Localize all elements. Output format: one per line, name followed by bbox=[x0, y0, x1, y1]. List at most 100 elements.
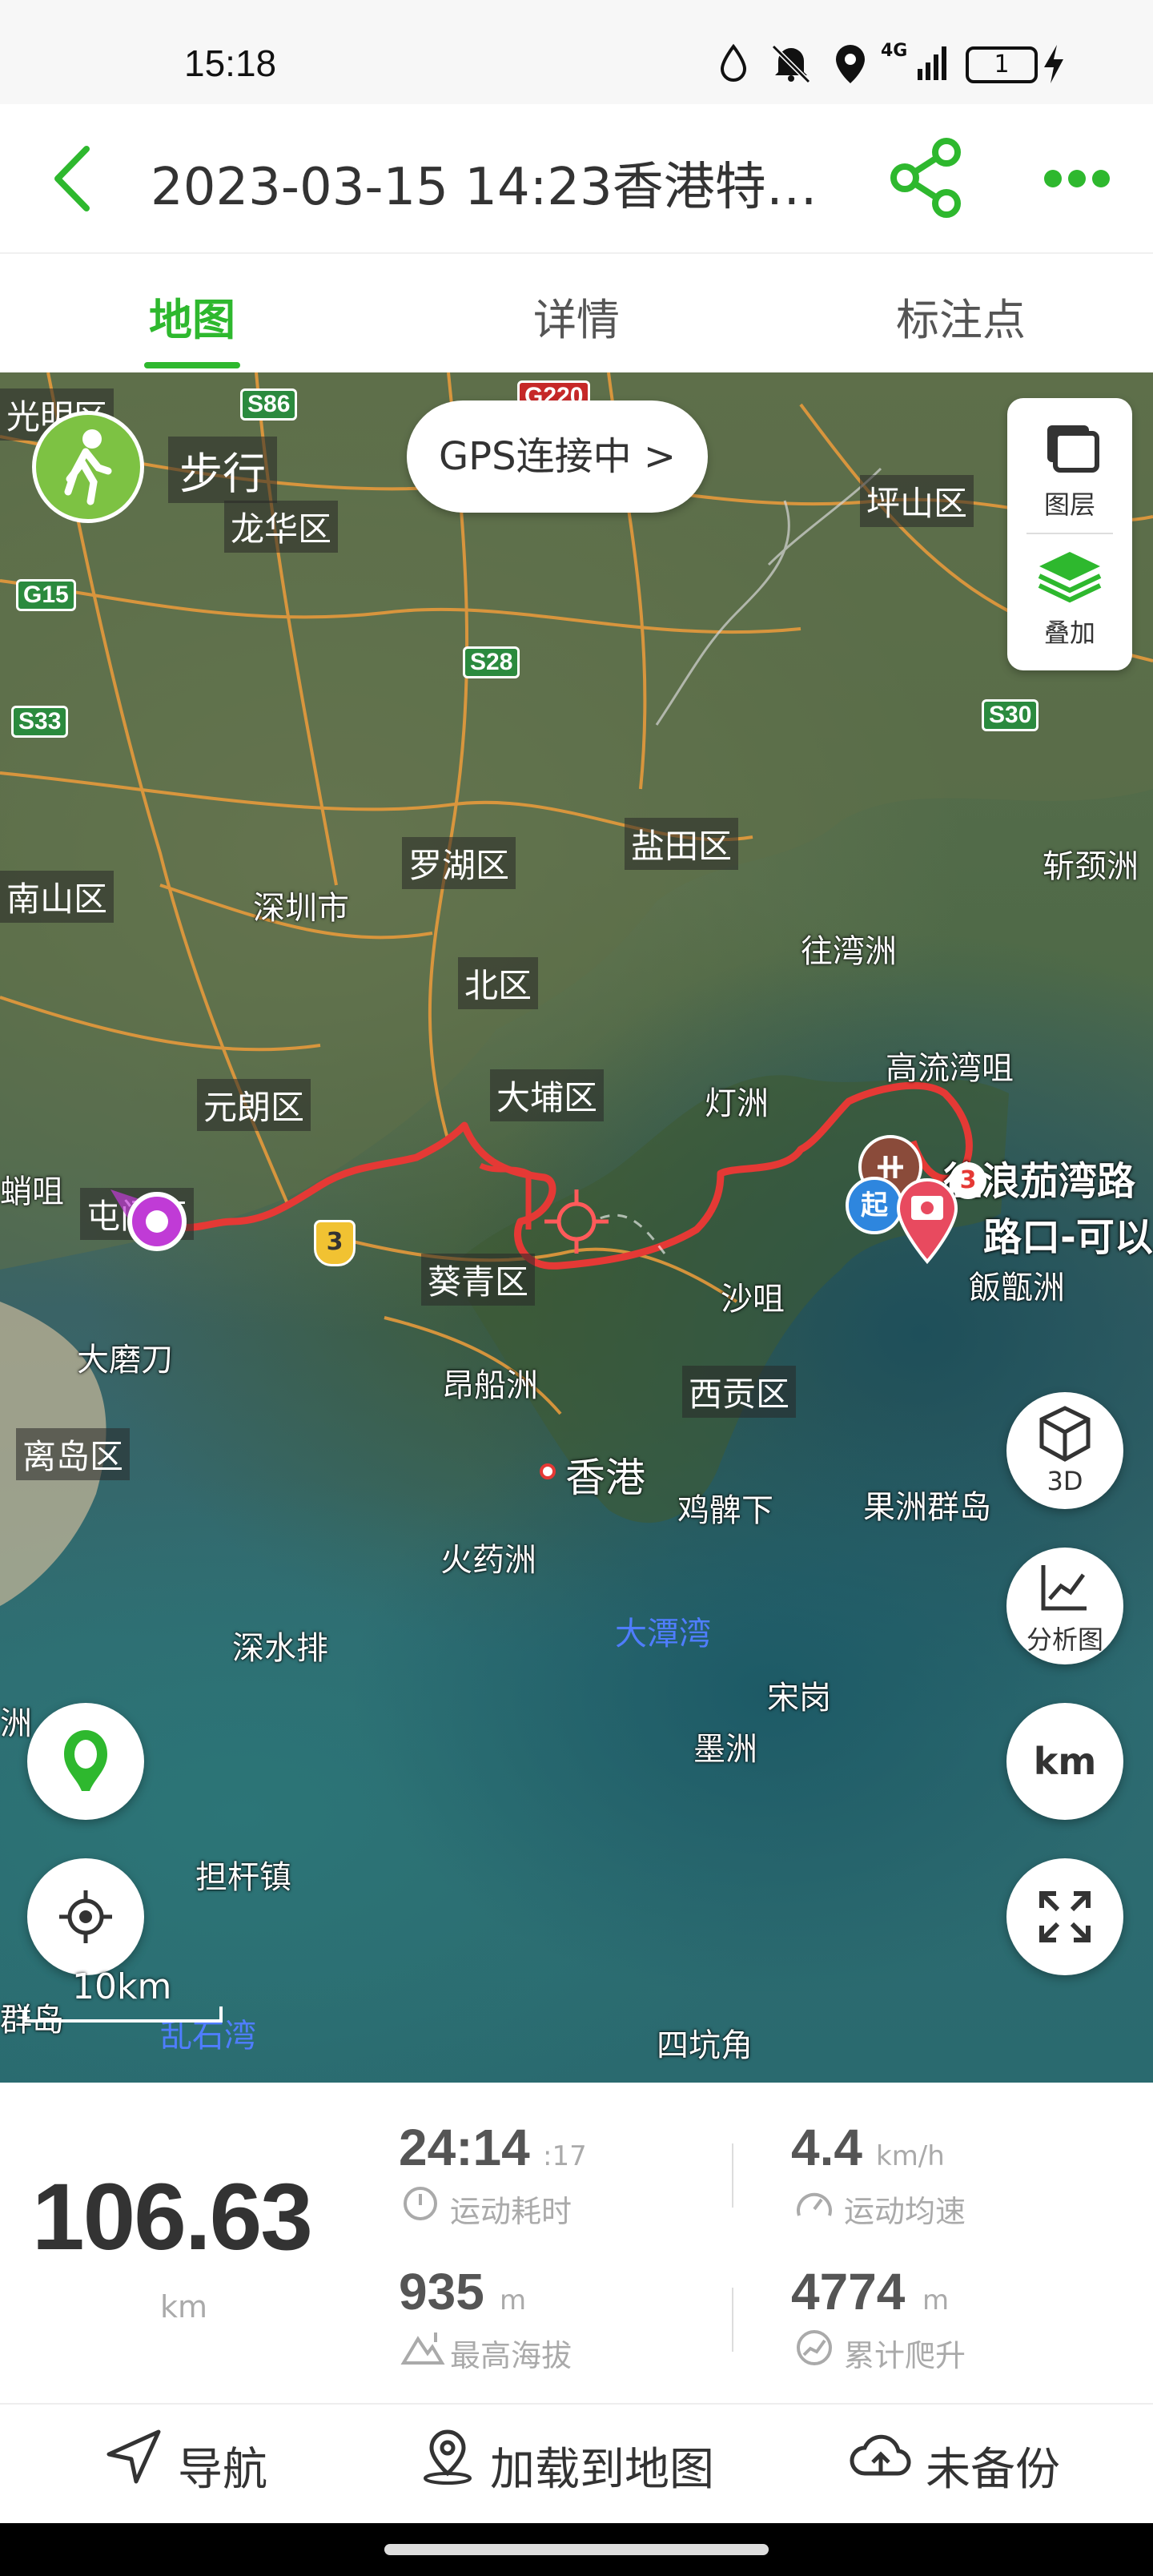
mountain-icon bbox=[400, 2329, 445, 2369]
map-place-label: 坪山区 bbox=[860, 475, 974, 527]
tab-map[interactable]: 地图 bbox=[72, 284, 312, 348]
map-place-label: 往湾洲 bbox=[801, 933, 897, 970]
footprint-button[interactable] bbox=[27, 1703, 144, 1820]
highway-shield: S28 bbox=[463, 646, 520, 678]
map-place-label: 担杆镇 bbox=[195, 1859, 291, 1896]
map-place-label: 斩颈洲 bbox=[1043, 848, 1139, 885]
distance-unit: km bbox=[160, 2289, 208, 2324]
water-drop-icon bbox=[719, 43, 748, 87]
fullscreen-icon bbox=[1039, 1891, 1091, 1942]
duration-value: 24:14 bbox=[399, 2119, 530, 2176]
charging-icon bbox=[1043, 45, 1065, 87]
status-time: 15:18 bbox=[184, 42, 277, 84]
gps-status-button[interactable]: GPS连接中 > bbox=[407, 400, 708, 513]
map-place-label: 深水排 bbox=[232, 1630, 328, 1667]
map-place-label: 深圳市 bbox=[253, 890, 349, 927]
photo-marker-icon[interactable] bbox=[895, 1177, 959, 1268]
unit-km-button[interactable]: km bbox=[1006, 1703, 1123, 1820]
home-indicator[interactable] bbox=[384, 2544, 769, 2555]
map-place-label: 飯甑洲 bbox=[969, 1270, 1065, 1306]
map-place-label: 四坑角 bbox=[657, 2027, 753, 2064]
climb-value: 4774 bbox=[791, 2263, 906, 2320]
fullscreen-button[interactable] bbox=[1006, 1858, 1123, 1975]
chart-icon bbox=[1041, 1565, 1087, 1611]
analysis-chart-button[interactable]: 分析图 bbox=[1006, 1548, 1123, 1664]
cube-icon bbox=[1039, 1406, 1091, 1462]
backup-button[interactable] bbox=[849, 2429, 913, 2488]
footprint-icon bbox=[64, 1730, 107, 1791]
layer-divider bbox=[1026, 533, 1113, 534]
climb-icon bbox=[794, 2329, 834, 2369]
map-place-label: 龙华区 bbox=[224, 501, 339, 553]
3d-label: 3D bbox=[1047, 1466, 1083, 1496]
overlay-icon[interactable] bbox=[1036, 549, 1103, 608]
overlay-label: 叠加 bbox=[1043, 618, 1095, 648]
map-place-label: 火药洲 bbox=[440, 1542, 536, 1579]
locate-me-button[interactable] bbox=[27, 1858, 144, 1975]
poi-label: 路口-可以 bbox=[983, 1215, 1153, 1260]
clock-icon bbox=[402, 2185, 439, 2225]
map-place-label: 香港 bbox=[565, 1455, 645, 1501]
locate-icon bbox=[59, 1890, 112, 1943]
mode-label: 步行 bbox=[168, 437, 277, 503]
avg-speed-value: 4.4 bbox=[791, 2119, 862, 2176]
navigation-arrow-icon bbox=[106, 2429, 161, 2484]
map-place-label: 元朗区 bbox=[197, 1079, 311, 1131]
avg-speed-unit: km/h bbox=[876, 2140, 945, 2172]
map-place-label: 葵青区 bbox=[421, 1254, 536, 1306]
cloud-upload-icon bbox=[850, 2434, 911, 2476]
climb-label: 累计爬升 bbox=[844, 2338, 966, 2373]
duration-label: 运动耗时 bbox=[450, 2194, 572, 2229]
scale-label: 10km bbox=[72, 1966, 172, 2007]
speedometer-icon bbox=[794, 2185, 834, 2225]
map-place-label: 墨洲 bbox=[693, 1731, 757, 1768]
navigate-button[interactable] bbox=[104, 2427, 163, 2489]
climb-unit: m bbox=[922, 2284, 950, 2316]
map-place-label: 昂船洲 bbox=[442, 1367, 538, 1404]
map-place-label: 洲 bbox=[0, 1705, 32, 1742]
city-dot bbox=[540, 1463, 556, 1479]
map-place-label: 鸡髀下 bbox=[677, 1492, 773, 1529]
more-dots-icon[interactable] bbox=[1043, 167, 1111, 194]
load-to-map-button[interactable] bbox=[418, 2427, 477, 2489]
map-place-label: 北区 bbox=[458, 957, 539, 1009]
share-icon[interactable] bbox=[887, 138, 964, 221]
max-altitude-unit: m bbox=[500, 2284, 527, 2316]
layers-icon[interactable] bbox=[1034, 421, 1102, 480]
tab-markers[interactable]: 标注点 bbox=[841, 284, 1081, 348]
signal-icon bbox=[918, 45, 950, 83]
network-label: 4G bbox=[881, 41, 908, 61]
layer-panel: 图层 叠加 bbox=[1007, 398, 1132, 670]
map-place-label: 宋岗 bbox=[767, 1680, 831, 1717]
tab-details[interactable]: 详情 bbox=[456, 284, 697, 348]
backup-label[interactable]: 未备份 bbox=[926, 2433, 1060, 2498]
max-altitude-value: 935 bbox=[399, 2263, 484, 2320]
navigate-label[interactable]: 导航 bbox=[178, 2433, 267, 2498]
analysis-label: 分析图 bbox=[1026, 1624, 1103, 1655]
map-place-label: 离岛区 bbox=[16, 1428, 131, 1480]
load-to-map-label[interactable]: 加载到地图 bbox=[490, 2433, 714, 2498]
location-icon bbox=[834, 43, 866, 88]
map-view[interactable]: S86 G220 G15 S28 S33 S30 3 光明区 龙华区 坪山区 罗… bbox=[0, 372, 1153, 2083]
walking-mode-button[interactable] bbox=[32, 411, 144, 523]
back-button[interactable] bbox=[48, 143, 96, 218]
map-place-label: 西贡区 bbox=[682, 1366, 797, 1418]
highway-shield: S30 bbox=[982, 699, 1039, 731]
map-place-label: 大磨刀 bbox=[77, 1342, 173, 1379]
map-pin-icon bbox=[424, 2429, 472, 2485]
mute-bell-icon bbox=[769, 43, 814, 87]
map-place-label: 灯洲 bbox=[705, 1085, 769, 1122]
3d-button[interactable]: 3D bbox=[1006, 1392, 1123, 1509]
max-altitude-label: 最高海拔 bbox=[450, 2338, 572, 2373]
battery-level: 1 bbox=[994, 50, 1010, 78]
total-distance: 106.63 bbox=[32, 2164, 313, 2270]
tab-active-indicator bbox=[144, 362, 240, 368]
route-marker-count: 3 bbox=[950, 1162, 986, 1199]
map-place-label: 果洲群岛 bbox=[863, 1489, 991, 1526]
map-place-label: 大潭湾 bbox=[615, 1616, 711, 1652]
map-place-label: 蛸咀 bbox=[0, 1173, 64, 1210]
page-title: 2023-03-15 14:23香港特… bbox=[151, 158, 818, 217]
battery-icon: 1 bbox=[966, 46, 1038, 83]
map-place-label: 罗湖区 bbox=[402, 837, 516, 889]
highway-shield: S86 bbox=[240, 388, 298, 421]
